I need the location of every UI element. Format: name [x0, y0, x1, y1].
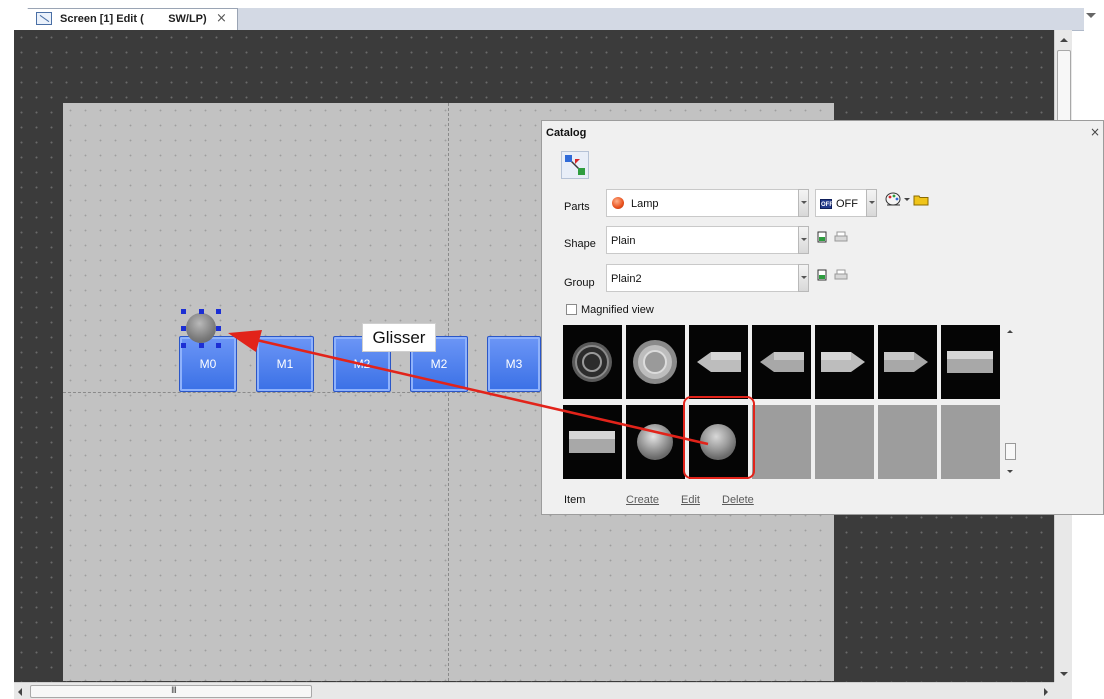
catalog-item-bar[interactable]	[941, 325, 1000, 399]
group-value: Plain2	[611, 273, 642, 285]
close-icon[interactable]: ×	[1090, 125, 1100, 139]
catalog-item-empty[interactable]	[878, 405, 937, 479]
placed-lamp-part[interactable]	[186, 313, 216, 343]
scroll-up-icon[interactable]	[1060, 38, 1068, 42]
selection-handle[interactable]	[181, 326, 186, 331]
selection-handle[interactable]	[216, 309, 221, 314]
switch-button-m1[interactable]: M1	[256, 336, 314, 392]
folder-icon[interactable]	[913, 194, 929, 206]
selection-handle[interactable]	[199, 309, 204, 314]
catalog-item-ring-light[interactable]	[626, 325, 685, 399]
chevron-down-icon[interactable]	[798, 226, 809, 254]
chevron-down-icon[interactable]	[866, 189, 877, 217]
shape-label: Shape	[564, 238, 596, 250]
scroll-up-icon[interactable]	[1007, 330, 1013, 333]
state-combobox[interactable]: OFF OFF	[815, 189, 877, 217]
tab-title: Screen [1] Edit ( SW/LP)	[60, 13, 207, 25]
selection-handle[interactable]	[181, 309, 186, 314]
group-label: Group	[564, 277, 595, 289]
delete-link[interactable]: Delete	[722, 494, 754, 506]
switch-button-m0[interactable]: M0	[179, 336, 237, 392]
scroll-down-icon[interactable]	[1007, 470, 1013, 473]
shape-value: Plain	[611, 235, 636, 247]
shape-combobox[interactable]: Plain	[606, 226, 809, 254]
magnified-view-label: Magnified view	[581, 304, 654, 316]
tab-strip-background	[230, 8, 1084, 31]
grid-scroll-thumb[interactable]	[1005, 443, 1016, 460]
parts-combobox[interactable]: Lamp	[606, 189, 809, 217]
state-value: OFF	[836, 198, 858, 210]
catalog-item-ring-dark[interactable]	[563, 325, 622, 399]
scroll-right-icon[interactable]	[1044, 688, 1048, 696]
selection-handle[interactable]	[181, 343, 186, 348]
close-icon[interactable]: ×	[216, 11, 227, 26]
catalog-item-sphere[interactable]	[626, 405, 685, 479]
catalog-item-empty[interactable]	[815, 405, 874, 479]
chevron-down-icon[interactable]	[904, 198, 910, 201]
chevron-down-icon[interactable]	[798, 264, 809, 292]
grid-scrollbar[interactable]	[1004, 325, 1018, 480]
horizontal-scroll-thumb[interactable]: III	[30, 685, 312, 698]
drag-annotation-label: Glisser	[362, 323, 436, 352]
scroll-left-icon[interactable]	[18, 688, 22, 696]
print-icon[interactable]	[834, 269, 848, 281]
catalog-tool-icon[interactable]	[561, 151, 589, 179]
catalog-panel[interactable]: Catalog × Parts Lamp OFF OFF Shape Plain	[541, 120, 1104, 515]
chevron-down-icon[interactable]	[798, 189, 809, 217]
off-badge-text: OFF	[821, 202, 833, 208]
catalog-title: Catalog	[546, 127, 587, 139]
off-state-icon: OFF	[820, 199, 833, 209]
selection-handle[interactable]	[216, 326, 221, 331]
chevron-down-icon[interactable]	[1086, 13, 1096, 18]
group-combobox[interactable]: Plain2	[606, 264, 809, 292]
scroll-grip: III	[171, 686, 177, 696]
catalog-item-arrow-right-alt[interactable]	[878, 325, 937, 399]
print-icon[interactable]	[834, 231, 848, 243]
selection-handle[interactable]	[199, 343, 204, 348]
save-icon[interactable]	[816, 231, 830, 243]
catalog-item-bar[interactable]	[563, 405, 622, 479]
item-label: Item	[564, 494, 586, 506]
create-link[interactable]: Create	[626, 494, 659, 506]
catalog-item-empty[interactable]	[941, 405, 1000, 479]
catalog-item-arrow-right[interactable]	[815, 325, 874, 399]
screen-edit-icon	[36, 12, 52, 25]
scroll-down-icon[interactable]	[1060, 672, 1068, 676]
selection-handle[interactable]	[216, 343, 221, 348]
lamp-icon	[612, 197, 624, 209]
save-icon[interactable]	[816, 269, 830, 281]
scrollbar-corner	[1054, 682, 1072, 699]
tab-strip: Screen [1] Edit ( SW/LP) ×	[0, 0, 1104, 32]
magnified-view-checkbox[interactable]	[566, 304, 577, 315]
edit-link[interactable]: Edit	[681, 494, 700, 506]
catalog-item-empty[interactable]	[752, 405, 811, 479]
switch-button-m3[interactable]: M3	[487, 336, 541, 392]
catalog-item-arrow-left-alt[interactable]	[752, 325, 811, 399]
catalog-item-arrow-left[interactable]	[689, 325, 748, 399]
horizontal-scrollbar[interactable]: III	[14, 682, 1054, 699]
selected-item-highlight	[683, 396, 755, 479]
parts-value: Lamp	[631, 198, 659, 210]
palette-icon[interactable]	[885, 192, 902, 207]
parts-label: Parts	[564, 201, 590, 213]
